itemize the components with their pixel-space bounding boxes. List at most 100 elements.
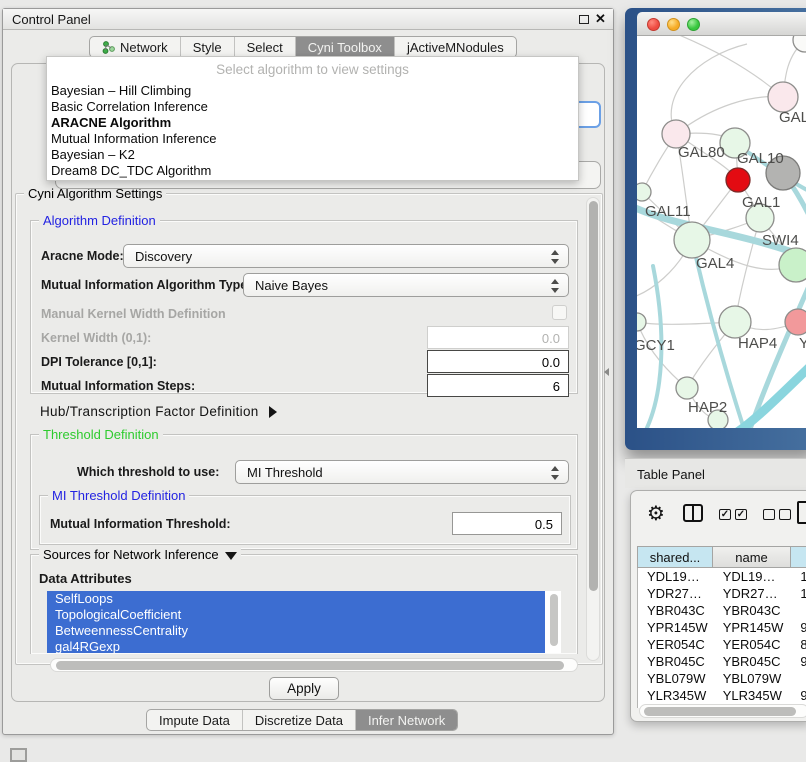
algorithm-prompt: Select algorithm to view settings (47, 57, 578, 83)
tab-label: Select (247, 40, 283, 55)
control-panel-tabs: Network Style Select Cyni Toolbox jActiv… (89, 36, 517, 58)
tab-label: Discretize Data (255, 713, 343, 728)
node-label-truncated[interactable]: GAL (779, 109, 806, 126)
manual-kernel-checkbox[interactable] (552, 305, 567, 320)
column-header-truncated[interactable] (791, 546, 806, 568)
algorithm-option[interactable]: Mutual Information Inference (47, 131, 578, 147)
settings-scrollbar[interactable] (586, 197, 600, 661)
table-row[interactable]: YPR145WYPR145W9. (638, 619, 806, 636)
list-item-selected[interactable]: BetweennessCentrality (47, 623, 545, 639)
select-all-checkbox-icon[interactable]: ✓ (719, 509, 731, 520)
node-label-hap2[interactable]: HAP2 (688, 399, 727, 416)
list-item-selected[interactable]: TopologicalCoefficient (47, 607, 545, 623)
data-attributes-label: Data Attributes (39, 571, 132, 586)
close-traffic-light-icon[interactable] (647, 18, 660, 31)
aracne-mode-combobox[interactable]: Discovery (123, 244, 569, 268)
mi-steps-input[interactable]: 6 (427, 374, 569, 397)
settings-hscrollbar[interactable] (50, 658, 578, 672)
threshold-definition-group: Threshold Definition Which threshold to … (30, 434, 578, 550)
mi-type-label: Mutual Information Algorithm Type: (41, 278, 251, 292)
expand-arrow-icon (269, 406, 277, 418)
tab-style[interactable]: Style (180, 37, 234, 57)
node-table: shared... name YDL19…YDL19…13 YDR27…YDR2… (637, 546, 806, 708)
list-item-selected[interactable]: SelfLoops (47, 591, 545, 607)
algorithm-option-selected[interactable]: ARACNE Algorithm (47, 115, 578, 131)
table-row[interactable]: YER054CYER054C8. (638, 636, 806, 653)
table-row[interactable]: YBL079WYBL079W (638, 670, 806, 687)
node-label-swi4[interactable]: SWI4 (762, 232, 799, 249)
tab-impute-data[interactable]: Impute Data (147, 710, 242, 730)
zoom-traffic-light-icon[interactable] (687, 18, 700, 31)
deselect-checkbox-icon[interactable] (779, 509, 791, 520)
manual-kernel-label: Manual Kernel Width Definition (41, 307, 226, 321)
node-label-gal1[interactable]: GAL1 (742, 194, 780, 211)
aracne-mode-label: Aracne Mode: (41, 249, 124, 263)
export-table-icon[interactable] (797, 501, 806, 524)
group-title: Algorithm Definition (39, 213, 160, 228)
bottom-left-fragment-icon[interactable] (10, 748, 27, 762)
table-row[interactable]: YBR045CYBR045C9. (638, 653, 806, 670)
tab-label: Network (120, 40, 168, 55)
node-label-truncated[interactable]: Y (799, 335, 806, 352)
mi-type-combobox[interactable]: Naive Bayes (243, 273, 569, 297)
dpi-tolerance-input[interactable]: 0.0 (427, 350, 569, 373)
which-threshold-label: Which threshold to use: (77, 465, 219, 479)
node-label-gal80[interactable]: GAL80 (678, 144, 725, 161)
table-row[interactable]: YDR27…YDR27…12 (638, 585, 806, 602)
hub-definition-label: Hub/Transcription Factor Definition (40, 404, 259, 419)
tab-network[interactable]: Network (90, 37, 180, 57)
kernel-width-input[interactable]: 0.0 (427, 326, 569, 349)
column-header-shared-name[interactable]: shared... (637, 546, 713, 568)
tab-jactivemnodules[interactable]: jActiveMNodules (394, 37, 516, 57)
node-label-gal4[interactable]: GAL4 (696, 255, 734, 272)
tab-label: Infer Network (368, 713, 445, 728)
combo-stepper-icon (551, 250, 559, 264)
which-threshold-combobox[interactable]: MI Threshold (235, 460, 569, 484)
mi-threshold-input[interactable]: 0.5 (452, 512, 562, 535)
column-split-icon[interactable] (683, 504, 703, 522)
tab-infer-network[interactable]: Infer Network (355, 710, 457, 730)
tab-label: Impute Data (159, 713, 230, 728)
table-panel-titlebar: Table Panel (625, 458, 806, 488)
algorithm-option[interactable]: Bayesian – Hill Climbing (47, 83, 578, 99)
group-title: Threshold Definition (39, 427, 163, 442)
sources-title[interactable]: Sources for Network Inference (39, 547, 241, 562)
network-canvas[interactable]: GAL80 GAL10 GAL1 GAL11 GAL4 SWI4 GCY1 HA… (637, 36, 806, 428)
table-row[interactable]: YBR043CYBR043C (638, 602, 806, 619)
panel-divider-handle[interactable] (604, 368, 609, 376)
float-window-icon[interactable] (579, 15, 589, 24)
list-item-selected[interactable]: gal4RGexp (47, 639, 545, 653)
table-row[interactable]: YDL19…YDL19…13 (638, 568, 806, 585)
tab-discretize-data[interactable]: Discretize Data (242, 710, 355, 730)
table-hscrollbar[interactable] (639, 704, 806, 718)
apply-button[interactable]: Apply (269, 677, 339, 700)
dpi-tolerance-label: DPI Tolerance [0,1]: (41, 355, 157, 369)
table-toolbar: ⚙ ✓ ✓ (631, 497, 806, 533)
tab-cyni-toolbox[interactable]: Cyni Toolbox (295, 37, 394, 57)
kernel-width-label: Kernel Width (0,1): (41, 331, 151, 345)
algorithm-option[interactable]: Basic Correlation Inference (47, 99, 578, 115)
select-all-checkbox-icon[interactable]: ✓ (735, 509, 747, 520)
node-label-hap4[interactable]: HAP4 (738, 335, 777, 352)
table-row[interactable]: YLR345WYLR345W9. (638, 687, 806, 704)
mi-steps-label: Mutual Information Steps: (41, 379, 195, 393)
column-header-name[interactable]: name (713, 546, 791, 568)
tab-select[interactable]: Select (234, 37, 295, 57)
algorithm-option[interactable]: Dream8 DC_TDC Algorithm (47, 163, 578, 179)
algorithm-option[interactable]: Bayesian – K2 (47, 147, 578, 163)
control-panel-titlebar: Control Panel ✕ (3, 9, 613, 30)
node-label-gcy1[interactable]: GCY1 (637, 337, 675, 354)
minimize-traffic-light-icon[interactable] (667, 18, 680, 31)
list-scrollbar[interactable] (550, 594, 558, 646)
algorithm-dropdown-popup: Select algorithm to view settings Bayesi… (46, 56, 579, 181)
deselect-checkbox-icon[interactable] (763, 509, 775, 520)
network-window-titlebar (637, 12, 806, 36)
node-label-gal10[interactable]: GAL10 (737, 150, 784, 167)
gear-icon[interactable]: ⚙ (647, 501, 665, 525)
node-label-gal11[interactable]: GAL11 (645, 203, 691, 220)
table-body: YDL19…YDL19…13 YDR27…YDR27…12 YBR043CYBR… (637, 568, 806, 708)
cyni-bottom-tabs: Impute Data Discretize Data Infer Networ… (146, 709, 458, 731)
hub-definition-expander[interactable]: Hub/Transcription Factor Definition (40, 404, 277, 419)
close-icon[interactable]: ✕ (595, 11, 606, 27)
table-header: shared... name (637, 546, 806, 568)
